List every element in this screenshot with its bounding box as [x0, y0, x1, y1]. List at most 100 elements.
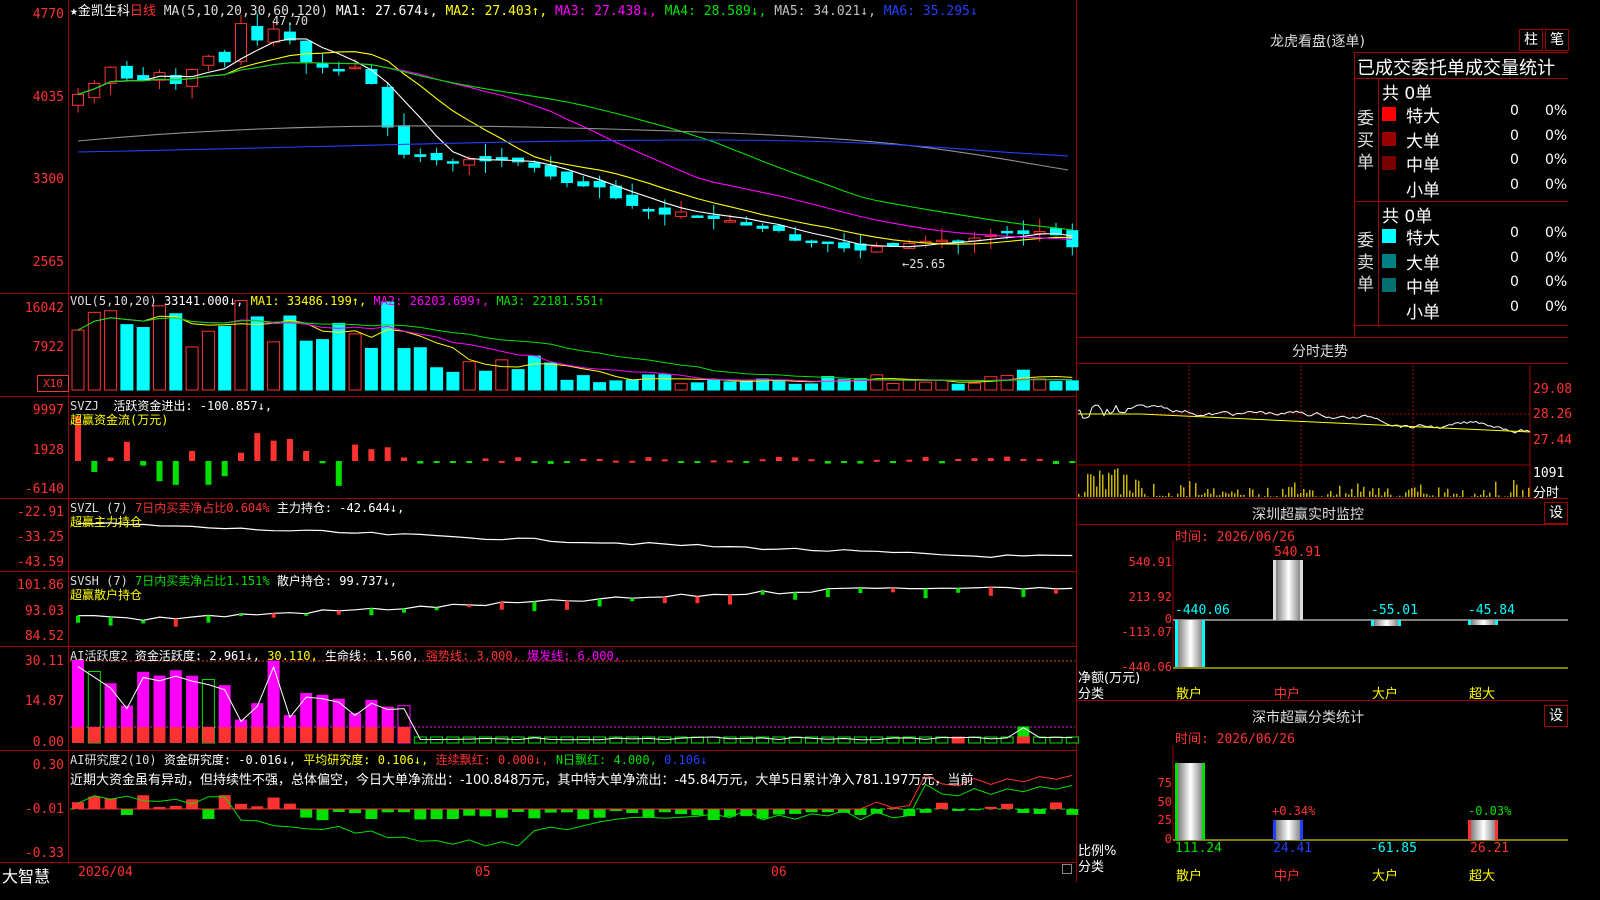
flow-bar — [678, 461, 685, 463]
activity-base — [283, 727, 296, 743]
bar-slice — [1377, 620, 1378, 626]
retail-position-line — [77, 586, 1073, 621]
flow-bar — [694, 461, 701, 463]
row-value: 0 — [1510, 298, 1519, 315]
minute-volume-bar — [1147, 496, 1149, 497]
bar-slice — [1386, 620, 1387, 626]
tick-mode-button[interactable]: 笔 — [1545, 29, 1569, 51]
bar-slice — [1471, 620, 1472, 625]
row-label: 小单 — [1406, 302, 1440, 323]
minute-unit: 分时 — [1533, 486, 1560, 501]
retail-tick — [760, 590, 765, 595]
minute-volume-bar — [1300, 493, 1302, 497]
research-bar — [1017, 809, 1030, 813]
period-label[interactable]: 日线 — [130, 4, 156, 19]
minute-volume-bar — [1138, 480, 1140, 497]
x-tick-06: 06 — [771, 865, 787, 880]
lock-icon[interactable] — [1062, 864, 1072, 874]
sz-cat-retail: 散户 — [1176, 687, 1203, 702]
activity-base — [413, 736, 427, 744]
bar-slice — [1193, 620, 1194, 667]
flow-bar — [286, 439, 293, 461]
activity-base — [218, 727, 231, 743]
minute-volume-bar — [1378, 488, 1380, 497]
row-percent: 0% — [1545, 298, 1568, 315]
bar-slice — [1477, 620, 1478, 625]
candle-body — [593, 181, 606, 188]
volume-bar — [902, 379, 916, 391]
bar-slice — [1292, 820, 1293, 840]
activity-base — [202, 727, 215, 743]
minute-volume-bar — [1258, 494, 1260, 497]
bar-slice — [1474, 620, 1475, 625]
svsh-desc2: 散户持仓: 99.737↓, — [276, 574, 398, 588]
bar-slice — [1494, 820, 1495, 840]
volume-bar — [870, 374, 884, 391]
activity-base — [120, 727, 133, 743]
volume-bar — [544, 362, 558, 391]
minute-volume-bar — [1495, 481, 1497, 497]
flow-bar — [727, 460, 733, 463]
candle-body — [349, 66, 362, 70]
bar-slice — [1192, 763, 1193, 840]
candle-body — [300, 40, 313, 63]
activity-base — [1049, 736, 1063, 744]
fl-settings-button[interactable]: 设 — [1544, 705, 1568, 727]
minute-y-tick: 27.44 — [1533, 433, 1573, 448]
flow-bar — [841, 461, 848, 463]
retail-tick — [988, 587, 993, 596]
ai-v5: 爆发线: 6.000, — [527, 649, 621, 663]
flow-bar — [531, 461, 538, 463]
minute-volume-bar — [1381, 495, 1383, 497]
retail-tick — [434, 607, 439, 611]
candle-body — [1001, 230, 1014, 234]
minute-volume-bar — [1189, 481, 1191, 497]
fl-y-tick: 0 — [1164, 832, 1172, 846]
volume-bar — [283, 315, 297, 391]
vol-header: VOL(5,10,20) 33141.000↓, MA1: 33486.199↑… — [70, 294, 605, 308]
research-header: AI研究度2(10) 资金研究度: -0.016↓, 平均研究度: 0.106↓… — [70, 751, 707, 768]
row-value: 0 — [1510, 103, 1519, 119]
ma-line — [77, 51, 1073, 245]
bar-edge — [1398, 620, 1401, 626]
minute-volume-bar — [1141, 488, 1143, 497]
research-bar — [414, 809, 427, 820]
bar-slice — [1396, 620, 1397, 626]
minute-volume-bar — [1417, 491, 1419, 497]
volume-bar — [332, 322, 346, 391]
main-chart-canvas[interactable] — [0, 0, 1568, 882]
sz-settings-button[interactable]: 设 — [1544, 502, 1568, 524]
volume-bar — [316, 339, 329, 391]
flow-bar — [270, 440, 277, 461]
row-percent: 0% — [1545, 152, 1568, 168]
sz-val-super: -45.84 — [1468, 603, 1515, 618]
research-bar — [854, 809, 867, 815]
ma-line — [77, 38, 1073, 248]
volume-bar — [136, 327, 150, 391]
bar-mode-button[interactable]: 柱 — [1519, 29, 1543, 51]
sz-time: 时间: 2026/06/26 — [1175, 530, 1295, 545]
star-icon[interactable]: ★ — [70, 4, 78, 19]
bar-slice — [1393, 620, 1394, 626]
volume-bar — [576, 375, 590, 391]
row-label: 中单 — [1406, 278, 1440, 298]
minute-volume-bar — [1354, 496, 1356, 497]
minute-y-tick: 29.08 — [1533, 382, 1573, 397]
volume-bar — [348, 333, 362, 391]
main-panel-header: ★金凯生科日线 MA(5,10,20,30,60,120) MA1: 27.67… — [70, 0, 978, 19]
volume-bar — [250, 316, 264, 391]
minute-volume-bar — [1303, 489, 1305, 497]
volume-bar — [479, 370, 492, 391]
research-bar — [1050, 802, 1062, 809]
bar-slice — [1278, 560, 1279, 620]
candle-body — [935, 239, 948, 243]
ai-y-tick: 14.87 — [24, 694, 64, 709]
volume-bar — [71, 329, 85, 391]
ai-header: AI活跃度2 资金活跃度: 2.961↓, 30.110, 生命线: 1.560… — [70, 647, 621, 664]
bar-slice — [1387, 620, 1388, 626]
candle-body — [577, 181, 590, 187]
svzl-desc1: 7日内买卖净占比0.604% — [135, 501, 270, 515]
vol-unit-badge[interactable]: X10 — [37, 375, 69, 392]
volume-bar — [674, 383, 688, 391]
volume-bar — [267, 341, 281, 391]
